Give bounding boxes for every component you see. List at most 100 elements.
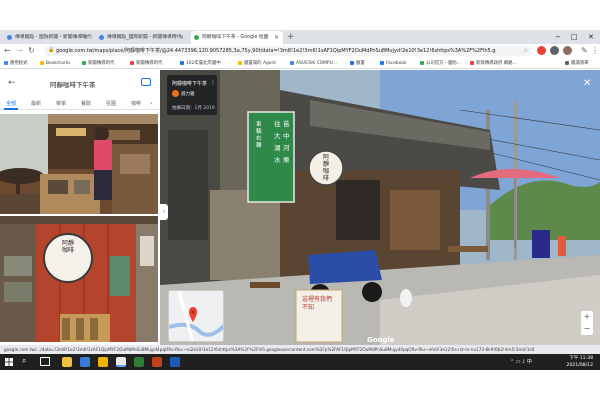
tab-strip: 傳導獨點 - 國防新聞 - 新聞傳導時代 ✕ 傳導獨點_國際新聞 - 新聞傳導時… [0, 30, 600, 44]
close-tab-icon[interactable]: ✕ [179, 31, 184, 44]
browser-tab-active[interactable]: 阿靜咖啡下午茶 - Google 地圖 ✕ [191, 31, 283, 44]
bottom-margin [0, 370, 600, 400]
status-url: google.com.tw/.../data=!3m8!1e2!3m6!1sAF… [0, 345, 600, 354]
bookmark-item[interactable]: 新興傳導政府 網路... [470, 58, 517, 69]
contributor-avatar [172, 90, 179, 97]
close-tab-icon[interactable]: ✕ [83, 31, 88, 44]
more-options-icon[interactable]: ⋮ [210, 79, 216, 86]
bookmark-item[interactable]: 臉書 [350, 58, 365, 69]
folder-icon [40, 61, 44, 65]
bookmark-item[interactable]: Facebook [380, 58, 407, 69]
file-explorer-icon[interactable] [62, 357, 72, 367]
chrome-icon[interactable] [116, 357, 126, 367]
tab-latest[interactable]: 最新 [31, 98, 41, 110]
favicon-icon [7, 35, 12, 40]
close-window-button[interactable]: ✕ [588, 30, 594, 44]
street-view-info-card: 阿靜咖啡下午茶 趙力雅 拍攝日期：1月 2019 ⋮ [167, 75, 217, 115]
minimize-button[interactable]: − [555, 30, 561, 44]
panel-title: 阿靜咖啡下午茶 [50, 81, 96, 89]
excel-icon[interactable] [134, 357, 144, 367]
word-icon[interactable] [170, 357, 180, 367]
board-sign-text: 這裡有我們不知 [302, 296, 333, 311]
system-tray-icons[interactable]: ⌃ ▭ ♪ 中 [510, 354, 532, 370]
zoom-in-button[interactable]: + [581, 311, 593, 323]
minimap-illustration [169, 291, 223, 341]
more-tabs-icon[interactable]: › [150, 98, 152, 110]
site-icon [180, 61, 184, 65]
address-toolbar: ← → ↻ 🔒 google.com.tw/maps/place/阿靜咖啡下午茶… [0, 44, 600, 58]
tab-title: 阿靜咖啡下午茶 - Google 地圖 [202, 35, 269, 40]
close-street-view-button[interactable]: ✕ [583, 78, 591, 89]
contributor-name[interactable]: 趙力雅 [181, 91, 195, 97]
edit-icon[interactable]: ✎ [581, 44, 588, 58]
extension-icon[interactable] [537, 46, 546, 55]
zoom-controls: + − [581, 311, 593, 335]
app-icon[interactable] [98, 357, 108, 367]
clock-time: 下午 11:38 [569, 356, 593, 361]
tab-menu[interactable]: 菜單 [56, 98, 66, 110]
place-photos-panel: ← 阿靜咖啡下午茶 全部 最新 菜單 餐飲 氛圍 咖啡 › 阿靜咖啡 [0, 70, 160, 345]
favicon-icon [99, 35, 104, 40]
tab-food[interactable]: 餐飲 [81, 98, 91, 110]
site-icon [130, 61, 134, 65]
powerpoint-icon[interactable] [152, 357, 162, 367]
apps-icon [4, 61, 8, 65]
url-text[interactable]: google.com.tw/maps/place/阿靜咖啡下午茶/@24.447… [56, 46, 496, 56]
windows-start-icon[interactable] [5, 358, 13, 366]
clock[interactable]: 下午 11:38 2021/08/12 [547, 355, 593, 369]
search-icon[interactable]: ⌕ [22, 356, 26, 366]
maximize-button[interactable]: □ [571, 30, 578, 44]
forward-icon[interactable]: → [16, 44, 23, 58]
photo-shop-interior[interactable] [0, 114, 158, 214]
new-tab-button[interactable]: + [287, 30, 295, 44]
street-view-scene [160, 70, 600, 345]
photo-clock-wall[interactable]: 阿靜咖啡 [0, 216, 158, 342]
reading-list[interactable]: 閱讀清單 [565, 58, 589, 69]
url-bar[interactable]: 🔒 google.com.tw/maps/place/阿靜咖啡下午茶/@24.4… [44, 46, 532, 56]
menu-icon[interactable]: ⋮ [591, 44, 599, 58]
bookmark-item[interactable]: 102年臺北市國中 [180, 58, 221, 69]
clock-date: 2021/08/12 [566, 363, 593, 368]
tab-vibe[interactable]: 氛圍 [106, 98, 116, 110]
tab-coffee[interactable]: 咖啡 [131, 98, 141, 110]
bookmark-star-icon[interactable]: ☆ [524, 46, 528, 56]
top-margin [0, 0, 600, 30]
google-logo: Google [367, 336, 395, 344]
store-icon[interactable] [80, 357, 90, 367]
close-tab-icon[interactable]: ✕ [274, 31, 279, 44]
bookmark-item[interactable]: 應用程式 [4, 58, 28, 69]
reload-icon[interactable]: ↻ [28, 44, 35, 58]
clock-photo-illustration [0, 216, 158, 342]
bookmark-item[interactable]: 公司官方 - 國防... [420, 58, 461, 69]
site-icon [82, 61, 86, 65]
site-icon [238, 61, 242, 65]
site-icon [290, 61, 294, 65]
collapse-panel-button[interactable]: ‹ [160, 204, 168, 220]
browser-tab[interactable]: 傳導獨點 - 國防新聞 - 新聞傳導時代 ✕ [4, 31, 92, 44]
back-arrow-icon[interactable]: ← [8, 78, 16, 88]
bookmark-item[interactable]: ASUSTeK COMPU... [290, 58, 337, 69]
capture-date: 拍攝日期：1月 2019 [172, 106, 215, 111]
sv-place-name[interactable]: 阿靜咖啡下午茶 [172, 80, 207, 87]
clock-sign-text: 阿靜咖啡 [322, 154, 329, 182]
maps-favicon-icon [194, 35, 199, 40]
back-icon[interactable]: ← [4, 44, 11, 58]
shop-photo-illustration [0, 114, 158, 214]
camera-icon[interactable] [141, 78, 151, 86]
bookmark-item[interactable]: 新聞傳導時代 [130, 58, 162, 69]
bookmark-item[interactable]: Bookmarks [40, 58, 71, 69]
bookmark-item[interactable]: 國臺灣的 Agent [238, 58, 276, 69]
reading-list-icon [565, 61, 569, 65]
profile-avatar[interactable] [563, 46, 572, 55]
taskbar: ⌕ ⌃ ▭ ♪ 中 下午 11:38 2021/08/12 [0, 354, 600, 370]
extension-puzzle-icon[interactable] [550, 46, 559, 55]
green-road-sign-text: 往 大 湖 水 苗 中 河 栗 車輛右轉 [256, 120, 290, 164]
task-view-icon[interactable] [40, 357, 50, 366]
zoom-out-button[interactable]: − [581, 323, 593, 335]
tab-title: 傳導獨點_國際新聞 - 新聞傳導時代 [107, 35, 182, 40]
bookmark-item[interactable]: 新聞傳導時代 [82, 58, 114, 69]
site-icon [420, 61, 424, 65]
browser-tab[interactable]: 傳導獨點_國際新聞 - 新聞傳導時代 ✕ [96, 31, 188, 44]
street-view[interactable]: 往 大 湖 水 苗 中 河 栗 車輛右轉 阿靜咖啡 這裡有我們不知 阿靜咖啡下午… [160, 70, 600, 345]
minimap[interactable] [168, 290, 224, 342]
